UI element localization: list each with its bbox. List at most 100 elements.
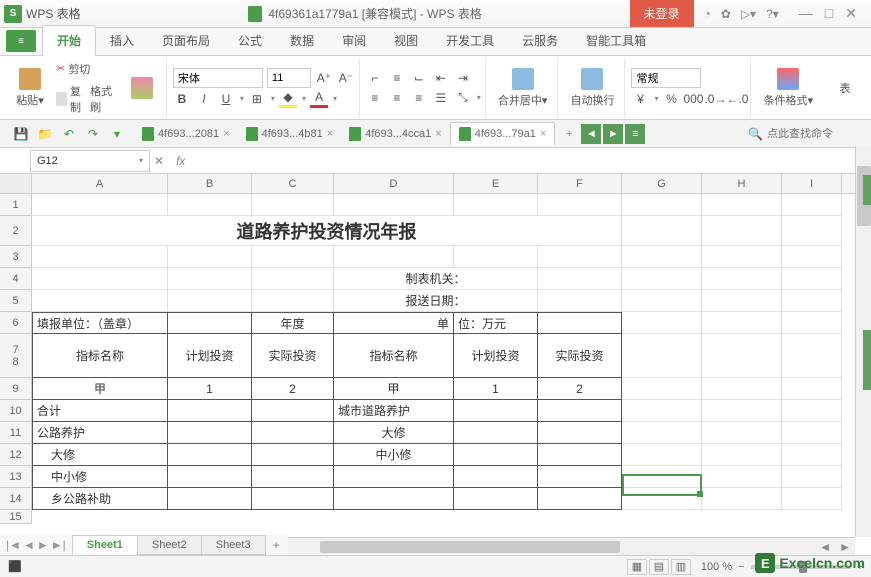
tab-prev-button[interactable]: ◄ [581, 124, 601, 144]
increase-decimal-button[interactable]: .0→ [706, 90, 724, 108]
italic-button[interactable]: I [195, 90, 213, 108]
maximize-button[interactable]: □ [825, 5, 833, 22]
add-sheet-button[interactable]: + [265, 538, 288, 552]
bold-button[interactable]: B [173, 90, 191, 108]
decrease-font-button[interactable]: A⁻ [337, 69, 355, 87]
currency-button[interactable]: ¥ [631, 90, 649, 108]
decrease-decimal-button[interactable]: ←.0 [728, 90, 746, 108]
menu-page-layout[interactable]: 页面布局 [148, 26, 224, 55]
merge-center-button[interactable]: 合并居中▾ [492, 66, 554, 110]
align-right-button[interactable]: ≡ [410, 89, 428, 107]
normal-view-button[interactable]: ▦ [627, 559, 647, 575]
col-B[interactable]: B [168, 174, 252, 193]
doc-tab-3[interactable]: 4f693...4cca1× [341, 123, 450, 145]
row-11[interactable]: 11 [0, 422, 32, 444]
menu-review[interactable]: 审阅 [328, 26, 380, 55]
paste-button[interactable]: 粘贴▾ [10, 66, 50, 110]
col-F[interactable]: F [538, 174, 622, 193]
table-style-button[interactable]: 表 [825, 78, 865, 98]
close-icon[interactable]: × [435, 128, 441, 140]
menu-insert[interactable]: 插入 [96, 26, 148, 55]
sheet-prev-button[interactable]: ◄ [23, 538, 35, 552]
row-6[interactable]: 6 [0, 312, 32, 334]
align-center-button[interactable]: ≡ [388, 89, 406, 107]
close-icon[interactable]: × [223, 128, 229, 140]
row-10[interactable]: 10 [0, 400, 32, 422]
qat-more-icon[interactable]: ▾ [108, 125, 126, 143]
menu-smart-toolbox[interactable]: 智能工具箱 [572, 26, 660, 55]
underline-button[interactable]: U [217, 90, 235, 108]
sheet-last-button[interactable]: ►| [51, 538, 66, 552]
file-menu-button[interactable]: ≡ [6, 30, 36, 52]
formula-input[interactable] [193, 150, 871, 172]
percent-button[interactable]: % [662, 90, 680, 108]
close-icon[interactable]: × [540, 128, 546, 140]
align-left-button[interactable]: ≡ [366, 89, 384, 107]
login-button[interactable]: 未登录 [630, 0, 694, 27]
qat-redo-icon[interactable]: ↷ [84, 125, 102, 143]
col-A[interactable]: A [32, 174, 168, 193]
skin-icon[interactable]: ▷▾ [741, 7, 756, 21]
doc-tab-1[interactable]: 4f693...2081× [134, 123, 238, 145]
col-I[interactable]: I [782, 174, 842, 193]
page-view-button[interactable]: ▤ [649, 559, 669, 575]
font-size-select[interactable] [267, 68, 311, 88]
row-9[interactable]: 9 [0, 378, 32, 400]
row-3[interactable]: 3 [0, 246, 32, 268]
align-bottom-button[interactable]: ⌙ [410, 69, 428, 87]
conditional-format-button[interactable]: 条件格式▾ [757, 66, 819, 110]
doc-tab-2[interactable]: 4f693...4b81× [238, 123, 342, 145]
justify-button[interactable]: ☰ [432, 89, 450, 107]
row-1[interactable]: 1 [0, 194, 32, 216]
font-name-select[interactable] [173, 68, 263, 88]
col-G[interactable]: G [622, 174, 702, 193]
menu-dev-tools[interactable]: 开发工具 [432, 26, 508, 55]
settings-icon[interactable]: ✿ [721, 7, 731, 21]
cells-area[interactable]: 道路养护投资情况年报 制表机关： 报送日期： 填报单位：（盖章）年度单位：万元 … [32, 194, 871, 510]
zoom-out-button[interactable]: − [738, 561, 744, 573]
comma-button[interactable]: 000 [684, 90, 702, 108]
spreadsheet-grid[interactable]: A B C D E F G H I 1 2 3 4 5 6 78 9 10 11… [0, 174, 871, 540]
orientation-button[interactable]: ⤡ [454, 89, 472, 107]
number-format-select[interactable] [631, 68, 701, 88]
menu-start[interactable]: 开始 [42, 25, 96, 56]
command-search-input[interactable] [767, 128, 867, 140]
cloud-icon[interactable]: ◔ [704, 7, 711, 21]
indent-right-button[interactable]: ⇥ [454, 69, 472, 87]
sheet-tab-1[interactable]: Sheet1 [72, 535, 138, 555]
wrap-text-button[interactable]: 自动换行 [564, 66, 620, 110]
page-break-view-button[interactable]: ▥ [671, 559, 691, 575]
help-icon[interactable]: ?▾ [766, 7, 779, 21]
close-icon[interactable]: × [327, 128, 333, 140]
menu-cloud[interactable]: 云服务 [508, 26, 572, 55]
qat-undo-icon[interactable]: ↶ [60, 125, 78, 143]
fx-button[interactable]: fx [176, 154, 185, 168]
fill-color-button[interactable]: ◆ [279, 90, 297, 108]
menu-data[interactable]: 数据 [276, 26, 328, 55]
qat-open-icon[interactable]: 📁 [36, 125, 54, 143]
format-painter-button[interactable] [122, 75, 162, 101]
increase-font-button[interactable]: A⁺ [315, 69, 333, 87]
row-12[interactable]: 12 [0, 444, 32, 466]
scroll-right-icon[interactable]: ► [835, 540, 855, 554]
close-button[interactable]: ✕ [845, 5, 857, 22]
row-4[interactable]: 4 [0, 268, 32, 290]
new-tab-button[interactable]: + [559, 124, 579, 144]
copy-button[interactable]: 复制 格式刷 [54, 82, 118, 116]
col-D[interactable]: D [334, 174, 454, 193]
sheet-first-button[interactable]: |◄ [6, 538, 21, 552]
command-search[interactable]: 🔍 [748, 127, 867, 141]
row-13[interactable]: 13 [0, 466, 32, 488]
cancel-formula-icon[interactable]: ✕ [154, 154, 164, 168]
sheet-tab-2[interactable]: Sheet2 [137, 535, 202, 555]
minimize-button[interactable]: — [799, 5, 813, 22]
col-C[interactable]: C [252, 174, 334, 193]
border-button[interactable]: ⊞ [248, 90, 266, 108]
menu-view[interactable]: 视图 [380, 26, 432, 55]
row-7-8[interactable]: 78 [0, 334, 32, 378]
col-E[interactable]: E [454, 174, 538, 193]
align-middle-button[interactable]: ≡ [388, 69, 406, 87]
tab-list-button[interactable]: ≡ [625, 124, 645, 144]
tab-next-button[interactable]: ► [603, 124, 623, 144]
align-top-button[interactable]: ⌐ [366, 69, 384, 87]
